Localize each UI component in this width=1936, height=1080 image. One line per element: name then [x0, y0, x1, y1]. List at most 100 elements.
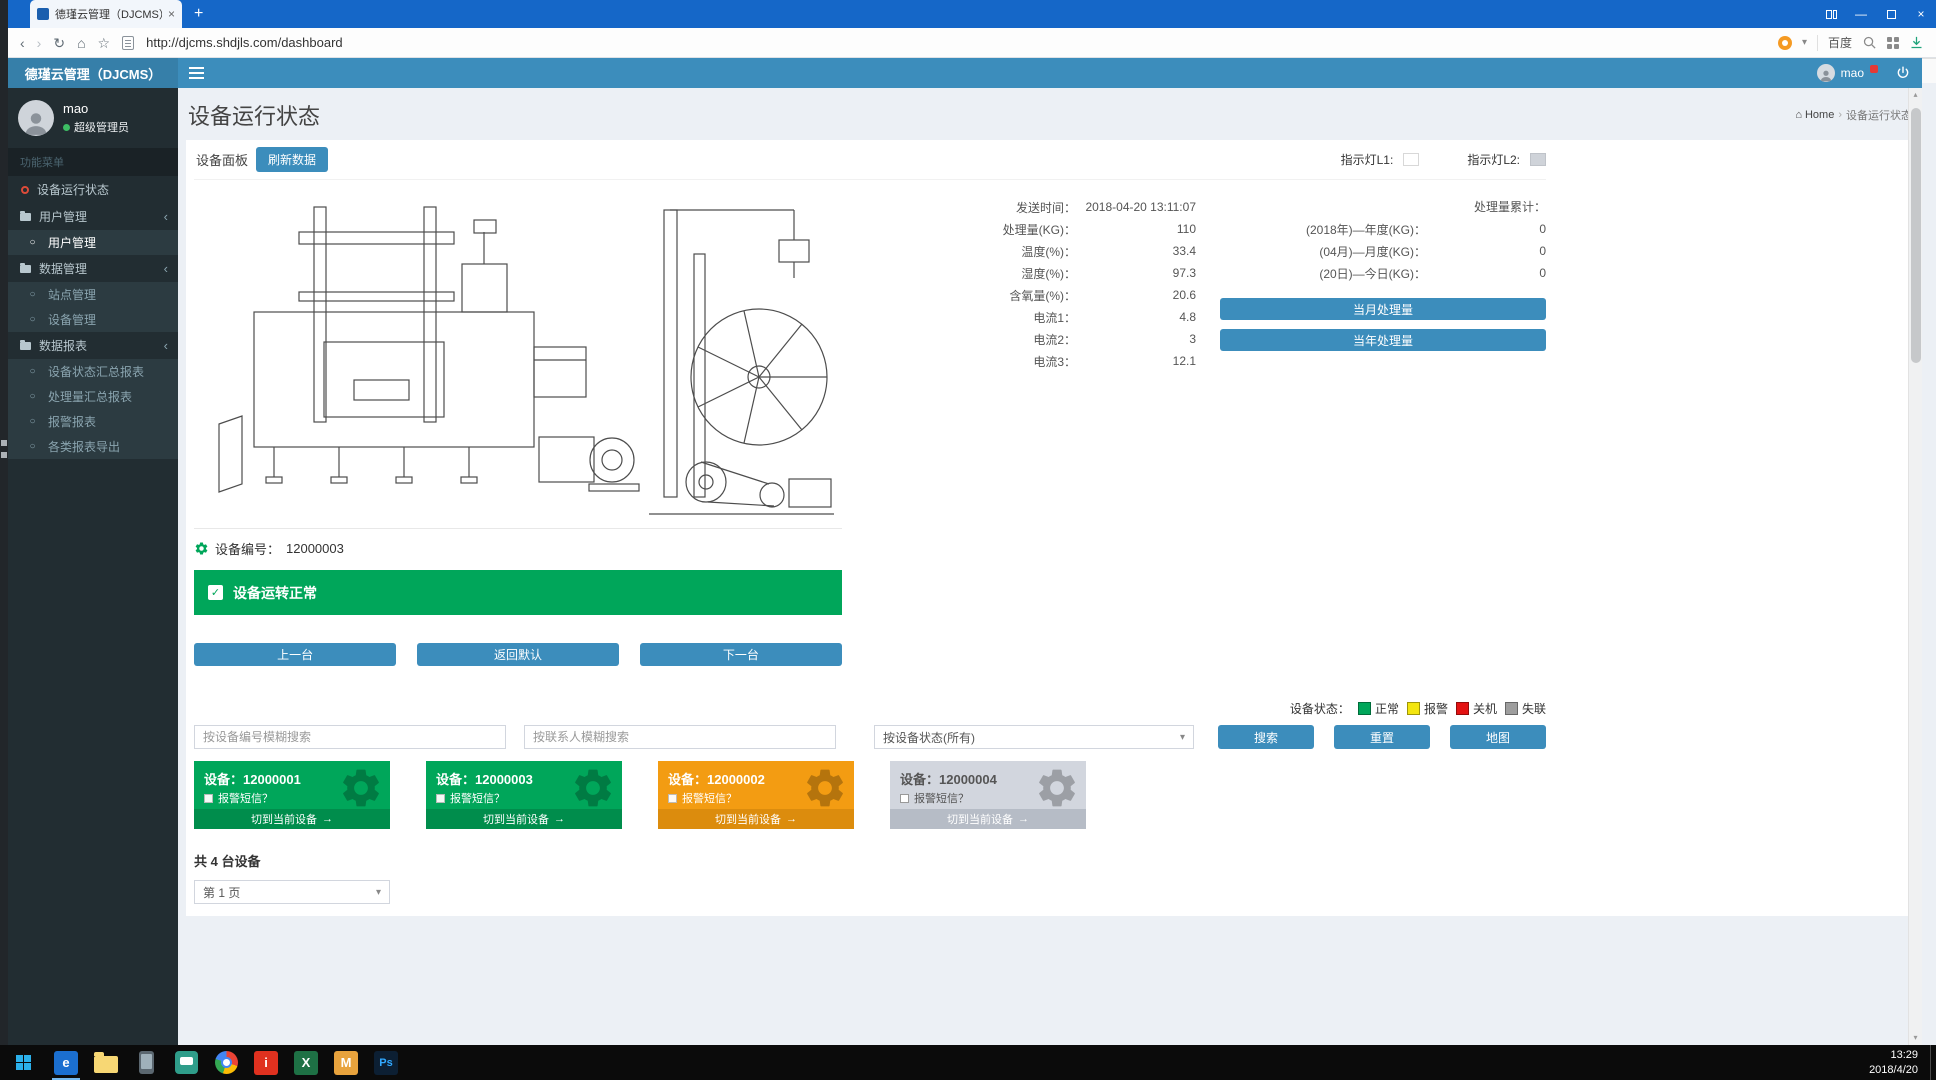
chevron-left-icon: ‹ — [164, 209, 168, 224]
search-button[interactable]: 搜索 — [1218, 725, 1314, 749]
maximize-button[interactable] — [1876, 0, 1906, 28]
sidebar-toggle-button[interactable] — [178, 58, 214, 88]
sidebar-item-data-mgmt[interactable]: 数据管理 ‹ — [8, 255, 178, 282]
search-icon[interactable] — [1862, 35, 1877, 50]
reset-button[interactable]: 重置 — [1334, 725, 1430, 749]
device-number-row: 设备编号： 12000003 — [194, 537, 842, 570]
browser-home-button[interactable]: ⌂ — [77, 36, 85, 50]
sidebar-subitem-user-mgmt[interactable]: ○ 用户管理 — [8, 230, 178, 255]
reader-mode-icon[interactable] — [122, 36, 134, 50]
map-button[interactable]: 地图 — [1450, 725, 1546, 749]
menu-label: 站点管理 — [48, 286, 96, 303]
start-button[interactable] — [0, 1045, 46, 1080]
telemetry-row: 电流1：4.8 — [866, 306, 1196, 328]
sms-checkbox[interactable] — [204, 794, 213, 803]
telemetry-value: 97.3 — [1076, 266, 1196, 280]
taskbar-app-browser[interactable]: e — [46, 1045, 86, 1080]
sms-label: 报警短信？ — [682, 790, 737, 806]
page-select[interactable]: 第 1 页 ▾ — [194, 880, 390, 904]
minimize-button[interactable]: — — [1846, 0, 1876, 28]
taskbar-app-reader[interactable]: i — [246, 1045, 286, 1080]
favorite-star-icon[interactable]: ☆ — [98, 36, 111, 50]
sms-checkbox[interactable] — [436, 794, 445, 803]
prev-device-button[interactable]: 上一台 — [194, 643, 396, 666]
sidebar-item-device-status[interactable]: 设备运行状态 — [8, 176, 178, 203]
apps-grid-icon[interactable] — [1887, 37, 1899, 49]
browser-tab[interactable]: 德瑾云管理（DJCMS） × — [30, 0, 182, 28]
sidebar-item-reports[interactable]: 数据报表 ‹ — [8, 332, 178, 359]
taskbar-app-chrome[interactable] — [206, 1045, 246, 1080]
switch-device-footer[interactable]: 切到当前设备→ — [194, 809, 390, 829]
switch-device-footer[interactable]: 切到当前设备→ — [658, 809, 854, 829]
back-button[interactable]: ‹ — [20, 36, 25, 50]
app-logo[interactable]: 德瑾云管理（DJCMS） — [8, 58, 178, 88]
download-icon[interactable] — [1909, 35, 1924, 50]
taskbar-app-excel[interactable]: X — [286, 1045, 326, 1080]
refresh-data-button[interactable]: 刷新数据 — [256, 147, 328, 172]
taskbar-clock[interactable]: 13:29 2018/4/20 — [1869, 1048, 1930, 1078]
sidebar-subitem-status-report[interactable]: ○ 设备状态汇总报表 — [8, 359, 178, 384]
logout-icon[interactable] — [1896, 66, 1910, 80]
month-volume-button[interactable]: 当月处理量 — [1220, 298, 1546, 320]
desktop-icon[interactable] — [1, 440, 7, 446]
device-status-select[interactable]: 按设备状态(所有) ▾ — [874, 725, 1194, 749]
contact-search-input[interactable] — [524, 725, 836, 749]
new-tab-button[interactable]: + — [194, 6, 203, 22]
telemetry-value: 2018-04-20 13:11:07 — [1076, 200, 1196, 214]
tab-device-panel[interactable]: 设备面板 — [194, 147, 256, 172]
taskbar-app-mail[interactable]: M — [326, 1045, 366, 1080]
taskbar-app-phone-tool[interactable] — [126, 1045, 166, 1080]
device-card[interactable]: 设备：12000004 报警短信？ 切到当前设备→ — [890, 761, 1086, 829]
scroll-up-icon[interactable]: ▴ — [1913, 88, 1917, 102]
sidebar-menu: 设备运行状态 用户管理 ‹ ○ 用户管理 — [8, 176, 178, 459]
home-icon: ⌂ — [1795, 109, 1802, 121]
header-username[interactable]: mao — [1841, 66, 1864, 80]
device-card[interactable]: 设备：12000003 报警短信？ 切到当前设备→ — [426, 761, 622, 829]
sidebar-subitem-report-export[interactable]: ○ 各类报表导出 — [8, 434, 178, 459]
telemetry-label: 发送时间： — [866, 199, 1076, 216]
legend-item: 关机 — [1456, 700, 1497, 717]
sidebar-subitem-volume-report[interactable]: ○ 处理量汇总报表 — [8, 384, 178, 409]
address-bar-tools: ▾ 百度 — [1778, 34, 1924, 51]
show-desktop-button[interactable] — [1930, 1045, 1936, 1080]
search-engine-label[interactable]: 百度 — [1828, 34, 1852, 51]
caret-down-icon[interactable]: ▾ — [1802, 37, 1807, 48]
extension-icon[interactable] — [1778, 36, 1792, 50]
device-number-search-input[interactable] — [194, 725, 506, 749]
circle-icon: ○ — [25, 416, 40, 427]
forward-button[interactable]: › — [37, 36, 42, 50]
switch-device-footer[interactable]: 切到当前设备→ — [426, 809, 622, 829]
scroll-down-icon[interactable]: ▾ — [1913, 1031, 1917, 1045]
year-volume-button[interactable]: 当年处理量 — [1220, 329, 1546, 351]
menu-label: 用户管理 — [48, 234, 96, 251]
desktop-icon[interactable] — [1, 452, 7, 458]
sidebar-subitem-device-mgmt[interactable]: ○ 设备管理 — [8, 307, 178, 332]
switch-device-footer[interactable]: 切到当前设备→ — [890, 809, 1086, 829]
address-input[interactable]: http://djcms.shdjls.com/dashboard — [146, 35, 1766, 50]
chevron-left-icon: ‹ — [164, 338, 168, 353]
close-button[interactable]: × — [1906, 0, 1936, 28]
main-content: 设备运行状态 ⌂Home › 设备运行状态 设备面板 刷新数据 指示灯L1: — [178, 88, 1922, 1045]
scrollbar-thumb[interactable] — [1911, 108, 1921, 363]
taskbar-app-file-explorer[interactable] — [86, 1045, 126, 1080]
next-device-button[interactable]: 下一台 — [640, 643, 842, 666]
refresh-button[interactable]: ↻ — [53, 36, 65, 50]
device-card[interactable]: 设备：12000001 报警短信？ 切到当前设备→ — [194, 761, 390, 829]
tab-close-icon[interactable]: × — [168, 7, 175, 21]
taskbar-app-messenger[interactable] — [166, 1045, 206, 1080]
reset-default-button[interactable]: 返回默认 — [417, 643, 619, 666]
taskbar: e i X M Ps 13:29 2018/4/20 — [0, 1045, 1936, 1080]
page-scrollbar[interactable]: ▴ ▾ — [1908, 88, 1922, 1045]
split-screen-icon[interactable] — [1816, 0, 1846, 28]
telemetry-value: 33.4 — [1076, 244, 1196, 258]
telemetry-label: 电流1： — [866, 309, 1076, 326]
sidebar-item-user-mgmt[interactable]: 用户管理 ‹ — [8, 203, 178, 230]
sms-checkbox[interactable] — [668, 794, 677, 803]
sidebar-subitem-alarm-report[interactable]: ○ 报警报表 — [8, 409, 178, 434]
taskbar-app-photoshop[interactable]: Ps — [366, 1045, 406, 1080]
device-nav-buttons: 上一台 返回默认 下一台 — [194, 643, 842, 666]
sms-checkbox[interactable] — [900, 794, 909, 803]
breadcrumb-home-link[interactable]: ⌂Home — [1795, 109, 1834, 121]
device-card[interactable]: 设备：12000002 报警短信？ 切到当前设备→ — [658, 761, 854, 829]
sidebar-subitem-site-mgmt[interactable]: ○ 站点管理 — [8, 282, 178, 307]
